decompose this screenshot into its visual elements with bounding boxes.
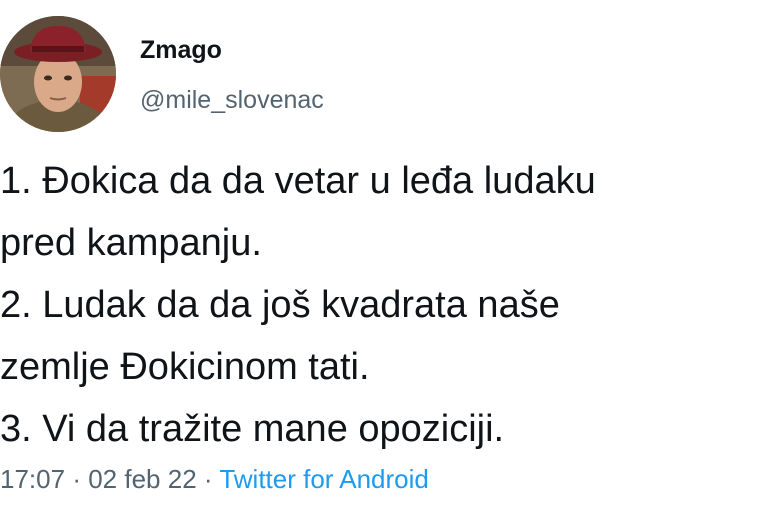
tweet-text-line: pred kampanju. xyxy=(0,222,262,264)
avatar[interactable] xyxy=(0,16,116,132)
tweet-text: 1. Đokica da da vetar u leđa ludaku pred… xyxy=(0,150,760,460)
tweet-time[interactable]: 17:07 xyxy=(0,464,65,494)
tweet-source-link[interactable]: Twitter for Android xyxy=(219,464,429,494)
tweet-text-line: 1. Đokica da da vetar u leđa ludaku xyxy=(0,160,596,202)
meta-separator: · xyxy=(203,464,213,494)
tweet-card: Zmago @mile_slovenac 1. Đokica da da vet… xyxy=(0,0,765,510)
tweet-text-line: 2. Ludak da da još kvadrata naše xyxy=(0,284,560,326)
tweet-header: Zmago @mile_slovenac xyxy=(0,14,765,134)
tweet-text-line: zemlje Đokicinom tati. xyxy=(0,346,370,388)
author-display-name[interactable]: Zmago xyxy=(140,36,222,65)
avatar-photo xyxy=(0,16,116,132)
tweet-date[interactable]: 02 feb 22 xyxy=(88,464,196,494)
tweet-meta: 17:07 · 02 feb 22 · Twitter for Android xyxy=(0,464,429,495)
author-handle[interactable]: @mile_slovenac xyxy=(140,86,324,115)
tweet-text-line: 3. Vi da tražite mane opoziciji. xyxy=(0,408,505,450)
meta-separator: · xyxy=(72,464,81,494)
